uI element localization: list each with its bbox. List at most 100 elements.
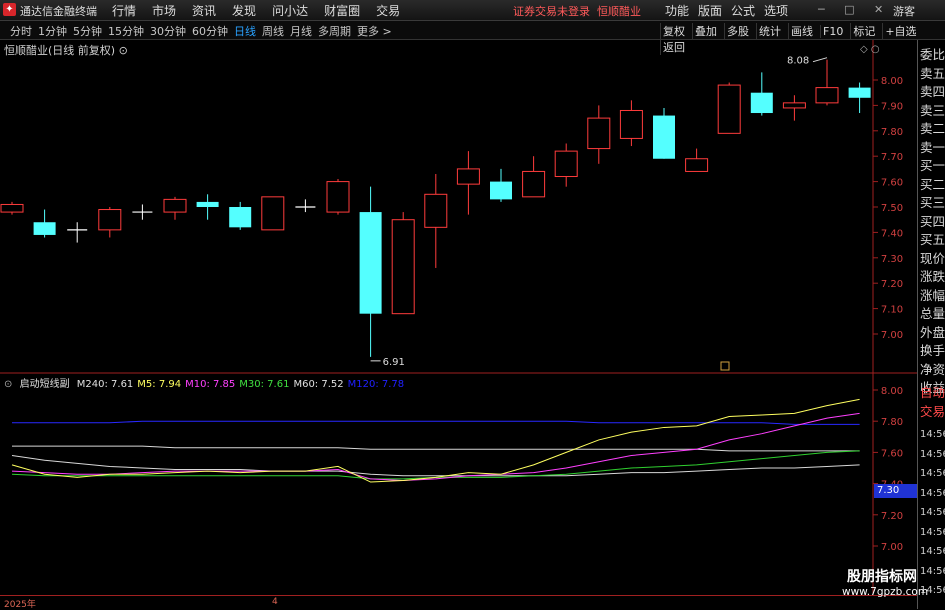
tab-period-1m[interactable]: 1分钟 bbox=[38, 23, 67, 39]
candle-body bbox=[326, 181, 350, 213]
candle-15 bbox=[490, 168, 512, 202]
indicator-axis: 8.007.807.607.407.207.00 bbox=[873, 386, 903, 553]
multi-stock-button[interactable]: 多股 bbox=[724, 23, 751, 39]
menu-item-ask[interactable]: 问小达 bbox=[272, 2, 308, 19]
price-tick-label-8: 7.20 bbox=[881, 279, 903, 290]
overlay-button[interactable]: 叠加 bbox=[692, 23, 719, 39]
statistics-button[interactable]: 统计 bbox=[756, 23, 783, 39]
trade-time-4: 14:56 bbox=[920, 507, 945, 518]
candle-body bbox=[98, 209, 122, 231]
candle-body bbox=[815, 87, 839, 104]
quote-side-panel: 委比 卖五 卖四 卖三 卖二 卖一 买一 买二 买三 买四 买五 现价 涨跌 涨幅 总量 外盘 换手 净资 收益 自… bbox=[917, 40, 945, 609]
candle-23 bbox=[750, 72, 773, 116]
candle-13 bbox=[424, 173, 448, 268]
menu-item-layout[interactable]: 版面 bbox=[698, 2, 722, 19]
app-logo-icon: ✦ bbox=[3, 3, 16, 16]
candle-body bbox=[196, 201, 219, 207]
ma-line-m120 bbox=[12, 420, 860, 425]
menu-item-options[interactable]: 选项 bbox=[764, 2, 788, 19]
menu-item-discover[interactable]: 发现 bbox=[232, 2, 256, 19]
period-tabs: 分时 1分钟 5分钟 15分钟 30分钟 60分钟 日线 周线 月线 多周期 更多 > bbox=[10, 23, 398, 39]
candle-14 bbox=[456, 151, 480, 215]
quote-field-4: 卖二 bbox=[920, 121, 945, 136]
quote-field-17: 净资 bbox=[920, 361, 945, 377]
price-tick-label-1: 7.90 bbox=[881, 101, 903, 112]
top-menu: 行情 市场 资讯 发现 问小达 财富圈 交易 bbox=[112, 2, 416, 19]
candle-body bbox=[163, 198, 187, 213]
tab-period-intraday[interactable]: 分时 bbox=[10, 23, 32, 39]
price-tick-label-10: 7.00 bbox=[881, 330, 903, 341]
candle-body bbox=[391, 219, 415, 315]
candle-22 bbox=[717, 82, 741, 134]
candle-body bbox=[782, 102, 806, 109]
trade-time-3: 14:56 bbox=[920, 487, 945, 499]
indicator-value-0: M240: 7.61 bbox=[76, 379, 134, 390]
ind-tick-label-4: 7.20 bbox=[881, 511, 903, 522]
menu-item-formula[interactable]: 公式 bbox=[731, 2, 755, 19]
month-label: 4 bbox=[272, 597, 278, 607]
tab-period-5m[interactable]: 5分钟 bbox=[73, 23, 102, 39]
ma-line-m10 bbox=[11, 412, 860, 481]
period-toolbar: 分时 1分钟 5分钟 15分钟 30分钟 60分钟 日线 周线 月线 多周期 更多 > 复权 叠加 多股… bbox=[0, 21, 945, 55]
candle-body bbox=[424, 193, 448, 228]
quote-field-9: 买四 bbox=[920, 213, 945, 229]
mark-button[interactable]: 标记 bbox=[850, 23, 877, 39]
guest-label[interactable]: 游客 bbox=[893, 3, 915, 19]
menu-item-quotes[interactable]: 行情 bbox=[112, 2, 136, 19]
candle-11 bbox=[359, 186, 382, 357]
quote-field-7: 买二 bbox=[920, 176, 945, 192]
menu-item-function[interactable]: 功能 bbox=[665, 2, 689, 19]
add-watchlist-button[interactable]: +自选 bbox=[882, 23, 918, 39]
quote-field-13: 涨幅 bbox=[920, 287, 945, 303]
price-axis: 8.00 7.90 7.80 7.70 7.60 7.50 7.40 7.30 7.20 7.10… bbox=[873, 76, 903, 341]
candle-0 bbox=[0, 201, 24, 215]
quote-field-6: 买一 bbox=[920, 158, 945, 173]
trade-time-7: 14:56 bbox=[920, 565, 945, 577]
menu-item-news[interactable]: 资讯 bbox=[192, 2, 216, 19]
candle-9 bbox=[295, 199, 316, 213]
high-price-label: 8.08 bbox=[787, 56, 809, 67]
tab-period-more[interactable]: 更多 > bbox=[357, 23, 392, 39]
price-tick-label-9: 7.10 bbox=[881, 305, 903, 316]
kline-chart[interactable]: 8.00 7.90 7.80 7.70 7.60 7.50 7.40 7.30 7.20 7.10… bbox=[0, 40, 917, 595]
right-menu: 功能 版面 公式 选项 bbox=[665, 2, 797, 19]
candle-body bbox=[587, 117, 611, 150]
chart-diamond-icon: ◇ ○ bbox=[860, 44, 880, 55]
tab-period-weekly[interactable]: 周线 bbox=[262, 23, 284, 39]
ind-tick-label-1: 7.80 bbox=[881, 417, 903, 428]
ma-line-m240 bbox=[12, 445, 860, 452]
title-bar: ✦ 通达信金融终端 行情 市场 资讯 发现 问小达 财富圈 交易 证券交易未登录 恒顺醋业 … bbox=[0, 0, 945, 21]
menu-item-market[interactable]: 市场 bbox=[152, 2, 176, 19]
menu-item-wealth[interactable]: 财富圈 bbox=[324, 2, 360, 19]
price-tick-label-3: 7.70 bbox=[881, 152, 903, 163]
candle-3 bbox=[98, 207, 122, 238]
menu-item-trade[interactable]: 交易 bbox=[376, 2, 400, 19]
price-tick-label-5: 7.50 bbox=[881, 203, 903, 214]
tab-period-monthly[interactable]: 月线 bbox=[290, 23, 312, 39]
price-tick-label-0: 8.00 bbox=[881, 76, 903, 87]
quote-field-14: 总量 bbox=[920, 306, 945, 321]
auto-trade-label-0: 自动 bbox=[920, 385, 945, 400]
draw-line-button[interactable]: 画线 bbox=[788, 23, 815, 39]
candle-body bbox=[554, 150, 578, 178]
trade-login-warning[interactable]: 证券交易未登录 恒顺醋业 bbox=[513, 3, 641, 19]
price-tick-label-7: 7.30 bbox=[881, 254, 903, 265]
tab-period-multi[interactable]: 多周期 bbox=[318, 23, 351, 39]
price-tick-label-2: 7.80 bbox=[881, 127, 903, 138]
tab-period-30m[interactable]: 30分钟 bbox=[150, 23, 186, 39]
indicator-value-2: M10: 7.85 bbox=[185, 379, 236, 390]
candle-body bbox=[685, 158, 709, 172]
f10-button[interactable]: F10 bbox=[820, 25, 845, 38]
app-name: 通达信金融终端 bbox=[20, 5, 97, 18]
trade-time-6: 14:56 bbox=[920, 546, 945, 557]
restore-rights-button[interactable]: 复权 bbox=[660, 23, 687, 39]
candle-body bbox=[848, 87, 871, 98]
tab-period-daily[interactable]: 日线 bbox=[234, 23, 256, 39]
tab-period-60m[interactable]: 60分钟 bbox=[192, 23, 228, 39]
candle-body bbox=[619, 109, 643, 139]
ind-tick-label-5: 7.00 bbox=[881, 542, 903, 553]
ind-tick-label-0: 8.00 bbox=[881, 386, 903, 397]
tab-period-15m[interactable]: 15分钟 bbox=[108, 23, 144, 39]
candle-4 bbox=[132, 204, 153, 220]
window-controls[interactable]: ─ □ ✕ bbox=[818, 3, 891, 16]
